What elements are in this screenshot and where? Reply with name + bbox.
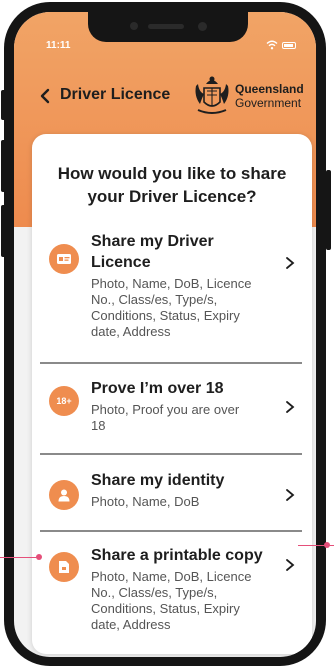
option-title: Share my Driver Licence — [91, 233, 214, 271]
chevron-right-icon — [286, 559, 295, 571]
option-description: Photo, Name, DoB, Licence No., Class/es,… — [91, 569, 252, 632]
divider — [40, 530, 302, 532]
page-title: Driver Licence — [60, 86, 171, 103]
option-share-driver-licence[interactable]: Share my Driver Licence Photo, Name, DoB… — [32, 220, 312, 340]
option-title: Share my identity — [91, 472, 225, 489]
status-time: 11:11 — [46, 40, 71, 51]
status-icons — [266, 40, 296, 50]
notch — [88, 12, 248, 42]
divider — [40, 453, 302, 455]
option-description: Photo, Name, DoB, Licence No., Class/es,… — [91, 276, 252, 339]
queensland-coat-of-arms-logo — [195, 76, 229, 114]
phone-screen: 11:11 Driver Licence Queensland Governme… — [14, 12, 316, 657]
option-description: Photo, Name, DoB — [91, 494, 200, 509]
card-title: How would you like to share your Driver … — [57, 164, 287, 206]
callout-dot-right — [324, 542, 330, 548]
option-share-printable-copy[interactable]: Share a printable copy Photo, Name, DoB,… — [32, 542, 312, 652]
logo-queensland: Queensland — [235, 82, 304, 96]
option-description: Photo, Proof you are over 18 — [91, 402, 240, 433]
callout-dot-left — [36, 554, 42, 560]
chevron-right-icon — [286, 401, 295, 413]
battery-icon — [282, 41, 296, 49]
over-18-badge-icon: 18+ — [49, 386, 79, 416]
government-logo-text: Queensland Government — [235, 82, 304, 110]
logo-government: Government — [235, 96, 302, 110]
chevron-right-icon — [286, 257, 295, 269]
option-title: Prove I’m over 18 — [91, 380, 224, 397]
id-card-icon — [49, 244, 79, 274]
wifi-icon — [266, 40, 278, 50]
chevron-left-icon[interactable] — [38, 88, 52, 104]
option-share-identity[interactable]: Share my identity Photo, Name, DoB — [32, 464, 312, 524]
option-prove-over-18[interactable]: 18+ Prove I’m over 18 Photo, Proof you a… — [32, 374, 312, 449]
option-title: Share a printable copy — [91, 547, 263, 564]
document-icon — [49, 552, 79, 582]
person-icon — [49, 480, 79, 510]
callout-line-left — [0, 557, 38, 558]
power-button — [326, 170, 331, 250]
share-options-card: How would you like to share your Driver … — [32, 134, 312, 654]
divider — [40, 362, 302, 364]
chevron-right-icon — [286, 489, 295, 501]
